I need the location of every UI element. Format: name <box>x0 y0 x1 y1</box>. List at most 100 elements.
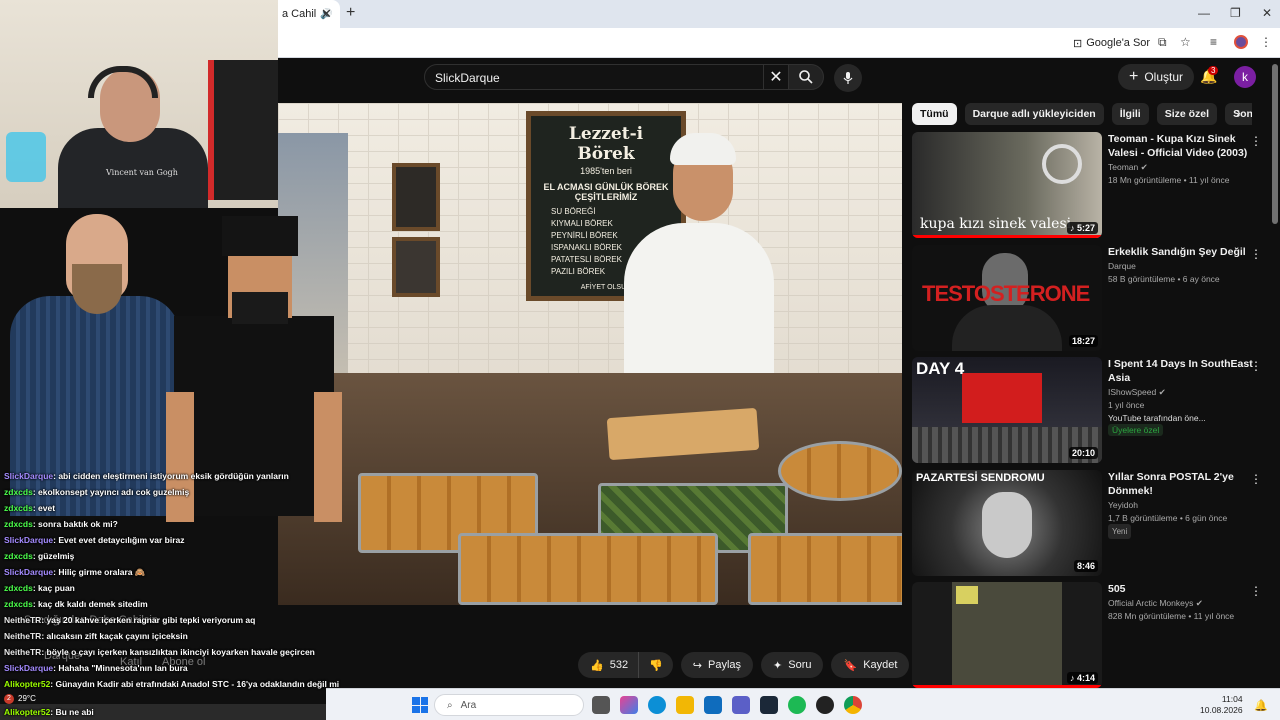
chat-text: : güzelmiş <box>32 551 75 561</box>
browser-profile-icon[interactable] <box>1234 35 1248 49</box>
related-video[interactable]: DAY 4 20:10 I Spent 14 Days In SouthEast… <box>912 357 1272 467</box>
channel-name[interactable]: Darque <box>1108 260 1258 273</box>
video-title[interactable]: Yıllar Sonra POSTAL 2'ye Dönmek! <box>1108 470 1258 498</box>
teams-icon[interactable] <box>732 696 750 714</box>
like-button[interactable]: 👍 532 <box>578 652 639 678</box>
channel-line: Teoman ✔ <box>1108 161 1258 174</box>
thumbnail-text: PAZARTESİ SENDROMU <box>916 472 1045 484</box>
video-thumbnail[interactable]: TESTOSTERONE 18:27 <box>912 245 1102 351</box>
new-tab-button[interactable]: + <box>346 4 355 22</box>
taskbar-search[interactable]: ⌕ Ara <box>434 694 584 716</box>
obs-icon[interactable] <box>816 696 834 714</box>
account-avatar[interactable]: k <box>1234 66 1256 88</box>
task-view-icon[interactable] <box>592 696 610 714</box>
channel-name[interactable]: Official Arctic Monkeys <box>1108 598 1193 608</box>
chevron-right-icon[interactable]: › <box>1236 104 1241 120</box>
page-scrollbar[interactable] <box>1272 64 1278 224</box>
thumbnail-text: TESTOSTERONE <box>922 281 1090 306</box>
video-menu-icon[interactable]: ⋮ <box>1250 472 1262 486</box>
browser-menu-icon[interactable]: ⋮ <box>1260 35 1272 49</box>
related-video[interactable]: ♪ 4:14 505 Official Arctic Monkeys ✔ 828… <box>912 582 1272 692</box>
webcam-overlay: Vincent van Gogh <box>0 0 278 208</box>
duration-badge: ♪ 5:27 <box>1066 222 1098 234</box>
channel-name[interactable]: Yeyidoh <box>1108 499 1258 512</box>
wall-photo-frame <box>392 163 440 231</box>
gaming-chair <box>208 60 278 200</box>
channel-name[interactable]: Teoman <box>1108 162 1138 172</box>
save-button[interactable]: 🔖 Kaydet <box>831 652 910 678</box>
search-input[interactable]: SlickDarque <box>424 64 764 90</box>
members-only-badge: Üyelere özel <box>1108 424 1164 436</box>
video-title[interactable]: Erkeklik Sandığın Şey Değil <box>1108 245 1258 259</box>
related-video[interactable]: kupa kızı sinek valesi ♪ 5:27 Teoman - K… <box>912 132 1272 242</box>
chat-text: : Bu ne abi <box>50 707 94 717</box>
chrome-icon[interactable] <box>844 696 862 714</box>
video-title[interactable]: I Spent 14 Days In SouthEast Asia <box>1108 357 1258 385</box>
thumbnail-flag <box>962 373 1042 423</box>
related-video[interactable]: TESTOSTERONE 18:27 Erkeklik Sandığın Şey… <box>912 245 1272 355</box>
video-thumbnail[interactable]: PAZARTESİ SENDROMU 8:46 <box>912 470 1102 576</box>
thumbnail-text: kupa kızı sinek valesi <box>920 216 1072 232</box>
steam-icon[interactable] <box>760 696 778 714</box>
dislike-button[interactable]: 👎 <box>638 652 673 678</box>
chat-text: : Hahaha "Minnesota'nın lan bura <box>53 663 188 673</box>
chip-uploader[interactable]: Darque adlı yükleyiciden <box>964 103 1104 125</box>
board-item: KIYMALI BÖREK <box>551 219 613 228</box>
install-icon[interactable]: ⧉ <box>1158 35 1167 50</box>
duration-text: 4:14 <box>1076 673 1095 683</box>
video-menu-icon[interactable]: ⋮ <box>1250 247 1262 261</box>
search-button[interactable] <box>788 64 824 90</box>
album-logo <box>956 586 978 604</box>
borek-tray <box>748 533 902 605</box>
edge-icon[interactable] <box>648 696 666 714</box>
chat-text: : yaş 20 kahve içerken ragnar gibi tepki… <box>41 615 256 625</box>
tab-close-icon[interactable]: ✕ <box>321 6 332 22</box>
chat-text: : evet <box>32 503 56 513</box>
bookmark-star-icon[interactable]: ☆ <box>1180 35 1191 49</box>
chip-for-you[interactable]: Size özel <box>1156 103 1218 125</box>
thumbnail-alien-head <box>982 492 1032 558</box>
copilot-icon[interactable] <box>620 696 638 714</box>
video-menu-icon[interactable]: ⋮ <box>1250 359 1262 373</box>
chat-text: : ekolkonsept yayıncı adı cok guzelmiş <box>32 487 190 497</box>
video-player[interactable]: Lezzet-i Börek 1985'ten beri EL ACMASI G… <box>278 103 902 605</box>
ask-google-label: Google'a Sor <box>1086 37 1151 49</box>
ask-google-button[interactable]: ⊡ Google'a Sor <box>1073 34 1150 52</box>
spotify-icon[interactable] <box>788 696 806 714</box>
system-clock[interactable]: 11:04 10.08.2026 <box>1200 694 1243 716</box>
minimize-button[interactable]: — <box>1198 6 1210 20</box>
channel-name[interactable]: IShowSpeed <box>1108 387 1156 397</box>
media-control-icon[interactable]: ≡ <box>1210 35 1217 49</box>
chip-all[interactable]: Tümü <box>912 103 957 125</box>
file-explorer-icon[interactable] <box>676 696 694 714</box>
notification-center-icon[interactable]: 🔔 <box>1254 699 1268 712</box>
chip-related[interactable]: İlgili <box>1111 103 1149 125</box>
thumbnail-text: DAY 4 <box>916 359 965 378</box>
ask-button[interactable]: ✦ Soru <box>761 652 824 678</box>
video-meta: 58 B görüntüleme • 6 ay önce <box>1108 274 1220 284</box>
save-label: Kaydet <box>863 659 898 671</box>
video-menu-icon[interactable]: ⋮ <box>1250 134 1262 148</box>
borek-tray <box>458 533 718 605</box>
outlook-icon[interactable] <box>704 696 722 714</box>
chat-text: : Hiliç girme oralara 🙈 <box>53 567 146 577</box>
browser-tab-bar: a Cahil 🔊 ✕ + — ❐ ✕ <box>278 0 1280 28</box>
video-thumbnail[interactable]: ♪ 4:14 <box>912 582 1102 688</box>
create-button[interactable]: + Oluştur <box>1118 64 1194 90</box>
maximize-button[interactable]: ❐ <box>1230 6 1241 20</box>
video-thumbnail[interactable]: DAY 4 20:10 <box>912 357 1102 463</box>
thumbs-down-icon: 👎 <box>649 659 663 672</box>
clear-search-icon[interactable]: ✕ <box>764 64 788 90</box>
windows-start-icon[interactable] <box>412 697 428 713</box>
share-button[interactable]: ↪ Paylaş <box>680 652 754 678</box>
video-title[interactable]: 505 <box>1108 582 1258 596</box>
video-menu-icon[interactable]: ⋮ <box>1250 584 1262 598</box>
close-window-button[interactable]: ✕ <box>1262 6 1272 20</box>
sparkle-icon: ✦ <box>773 659 783 672</box>
related-video[interactable]: PAZARTESİ SENDROMU 8:46 Yıllar Sonra POS… <box>912 470 1272 580</box>
chat-username: SlickDarque <box>4 663 54 673</box>
video-thumbnail[interactable]: kupa kızı sinek valesi ♪ 5:27 <box>912 132 1102 238</box>
voice-search-button[interactable] <box>834 64 862 92</box>
chat-username: NeitheTR <box>4 631 42 641</box>
video-title[interactable]: Teoman - Kupa Kızı Sinek Valesi - Offici… <box>1108 132 1258 160</box>
